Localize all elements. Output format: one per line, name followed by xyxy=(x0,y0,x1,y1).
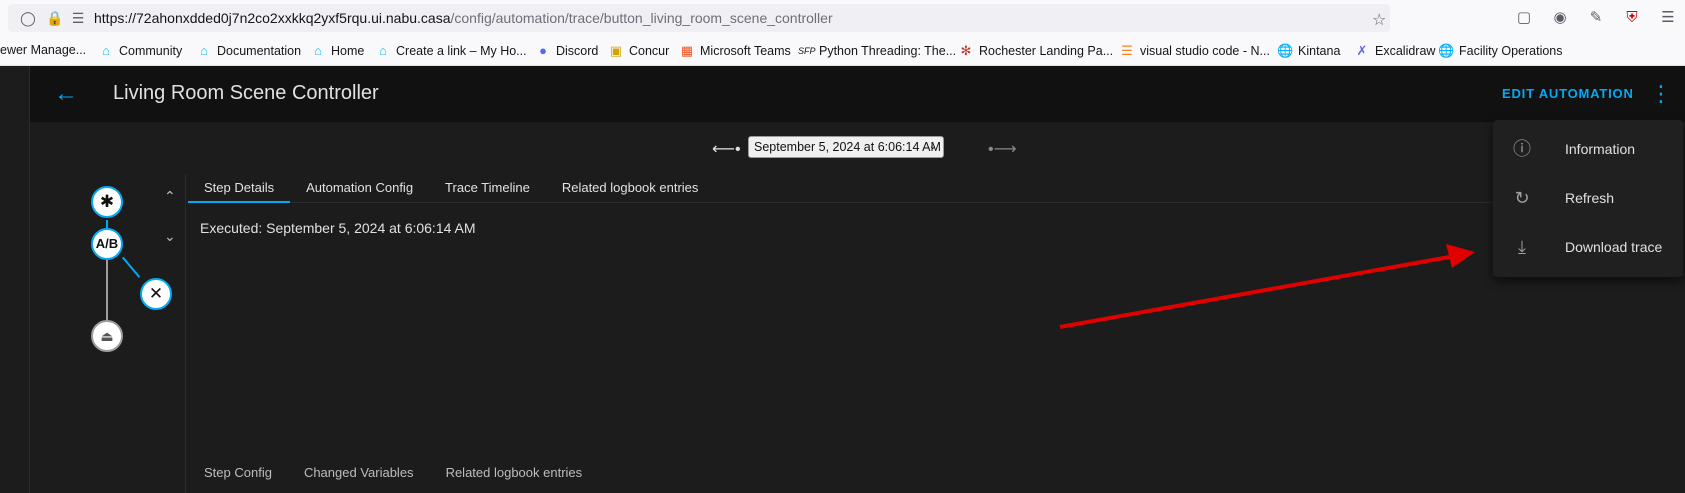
menu-icon[interactable]: ☰ xyxy=(1658,8,1678,28)
rochester-icon: ✻ xyxy=(960,43,972,58)
overflow-menu-icon[interactable]: ⋮ xyxy=(1650,80,1672,108)
menu-item-download-trace[interactable]: ⤓ Download trace xyxy=(1493,224,1683,270)
bookmark-item[interactable]: ● Discord xyxy=(535,43,598,59)
refresh-icon: ↻ xyxy=(1514,188,1530,208)
chevron-up-icon[interactable]: ⌃ xyxy=(164,188,176,205)
concur-icon: ▣ xyxy=(609,43,623,58)
page-title: Living Room Scene Controller xyxy=(113,82,379,104)
url-text[interactable]: https://72ahonxdded0j7n2co2xxkkq2yxf5rqu… xyxy=(94,10,833,26)
newer-trace-icon[interactable]: •⟶ xyxy=(988,139,1017,159)
trigger-node-icon[interactable]: ✱ xyxy=(91,186,123,218)
home-assistant-icon: ⌂ xyxy=(379,43,387,58)
excalidraw-icon: ✗ xyxy=(1356,43,1368,58)
info-icon: ⓘ xyxy=(1513,139,1531,159)
download-icon: ⤓ xyxy=(1518,237,1526,257)
trace-graph: ✱ A/B ✕ ⏏ ⌃ ⌄ xyxy=(60,174,184,493)
home-assistant-icon: ⌂ xyxy=(314,43,322,58)
trace-navigation: ⟵• September 5, 2024 at 6:06:14 AM ⌄ •⟶ xyxy=(30,122,1685,174)
bookmark-item[interactable]: 🌐 Kintana xyxy=(1277,43,1340,59)
account-icon[interactable]: ◉ xyxy=(1550,8,1570,28)
home-assistant-icon: ⌂ xyxy=(102,43,110,58)
chevron-down-icon: ⌄ xyxy=(928,141,937,152)
bookmark-item[interactable]: ✻ Rochester Landing Pa... xyxy=(958,43,1114,59)
menu-item-label: Download trace xyxy=(1565,239,1663,255)
lock-icon[interactable]: 🔒 xyxy=(46,10,63,26)
end-node-icon[interactable]: ⏏ xyxy=(91,320,123,352)
bookmark-item[interactable]: ▦ Microsoft Teams xyxy=(679,43,791,59)
bookmarks-bar: ewer Manage... ⌂ Community ⌂ Documentation… xyxy=(0,36,1685,66)
menu-item-refresh[interactable]: ↻ Refresh xyxy=(1493,175,1683,221)
executed-text: Executed: September 5, 2024 at 6:06:14 A… xyxy=(200,220,476,236)
step-subtabs: Step Config Changed Variables Related lo… xyxy=(188,465,598,480)
pocket-icon[interactable]: ▢ xyxy=(1514,8,1534,28)
extensions-icon[interactable]: ✎ xyxy=(1586,8,1606,28)
tab-step-config[interactable]: Step Config xyxy=(188,465,288,480)
bookmark-item[interactable]: ⌂ Create a link – My Ho... xyxy=(375,43,527,59)
app-toolbar: ← Living Room Scene Controller EDIT AUTO… xyxy=(30,66,1685,122)
bookmark-item[interactable]: ⌂ Community xyxy=(98,43,182,59)
menu-item-label: Refresh xyxy=(1565,190,1615,206)
overflow-menu: ⓘ Information ↻ Refresh ⤓ Download trace xyxy=(1493,120,1683,277)
bookmark-item[interactable]: ▣ Concur xyxy=(608,43,669,59)
globe-icon: 🌐 xyxy=(1277,43,1294,58)
menu-item-label: Information xyxy=(1565,141,1636,157)
stop-node-icon[interactable]: ✕ xyxy=(140,278,172,310)
shield-icon[interactable]: ◯ xyxy=(20,10,36,26)
address-bar[interactable]: ◯ 🔒 ☰ https://72ahonxdded0j7n2co2xxkkq2y… xyxy=(8,4,1390,32)
trace-content: ⟵• September 5, 2024 at 6:06:14 AM ⌄ •⟶ … xyxy=(30,122,1685,493)
tab-changed-variables[interactable]: Changed Variables xyxy=(288,465,430,480)
tab-automation-config[interactable]: Automation Config xyxy=(290,174,429,203)
chevron-down-icon[interactable]: ⌄ xyxy=(164,228,176,245)
tab-step-details[interactable]: Step Details xyxy=(188,174,291,203)
tab-related-logbook[interactable]: Related logbook entries xyxy=(546,174,715,203)
bookmark-item[interactable]: ✗ Excalidraw xyxy=(1354,43,1436,59)
sfp-icon: SFP xyxy=(798,46,816,56)
choose-node-icon[interactable]: A/B xyxy=(91,228,123,260)
bookmark-item[interactable]: SFP Python Threading: The... xyxy=(798,43,956,59)
ublock-icon[interactable]: ⛨ xyxy=(1622,8,1642,28)
trace-selector-value: September 5, 2024 at 6:06:14 AM xyxy=(754,140,941,154)
bookmark-item[interactable]: ☰ visual studio code - N... xyxy=(1119,43,1270,59)
sidebar xyxy=(0,66,30,493)
home-assistant-icon: ⌂ xyxy=(200,43,208,58)
bookmark-item[interactable]: ⌂ Documentation xyxy=(196,43,301,59)
permissions-icon[interactable]: ☰ xyxy=(70,10,86,26)
trace-details-panel: Step Details Automation Config Trace Tim… xyxy=(185,174,1685,493)
stack-icon: ☰ xyxy=(1121,43,1133,58)
discord-icon: ● xyxy=(539,43,547,58)
tab-related-logbook-entries[interactable]: Related logbook entries xyxy=(430,465,599,480)
menu-item-information[interactable]: ⓘ Information xyxy=(1493,126,1683,172)
back-arrow-icon[interactable]: ← xyxy=(54,80,78,108)
details-tabs: Step Details Automation Config Trace Tim… xyxy=(188,174,1528,203)
edit-automation-button[interactable]: EDIT AUTOMATION xyxy=(1502,86,1634,101)
graph-connector xyxy=(122,256,141,278)
bookmark-item[interactable]: 🌐 Facility Operations xyxy=(1438,43,1563,59)
bookmark-item[interactable]: ewer Manage... xyxy=(0,43,86,57)
older-trace-icon[interactable]: ⟵• xyxy=(712,139,741,159)
bookmark-star-icon[interactable]: ☆ xyxy=(1372,10,1386,30)
bookmark-item[interactable]: ⌂ Home xyxy=(310,43,364,59)
trace-selector[interactable]: September 5, 2024 at 6:06:14 AM ⌄ xyxy=(748,136,944,158)
browser-toolbar: ◯ 🔒 ☰ https://72ahonxdded0j7n2co2xxkkq2y… xyxy=(0,0,1685,36)
microsoft-icon: ▦ xyxy=(680,43,694,58)
home-assistant-app: ← Living Room Scene Controller EDIT AUTO… xyxy=(0,66,1685,493)
tab-trace-timeline[interactable]: Trace Timeline xyxy=(429,174,546,203)
globe-icon: 🌐 xyxy=(1438,43,1455,58)
